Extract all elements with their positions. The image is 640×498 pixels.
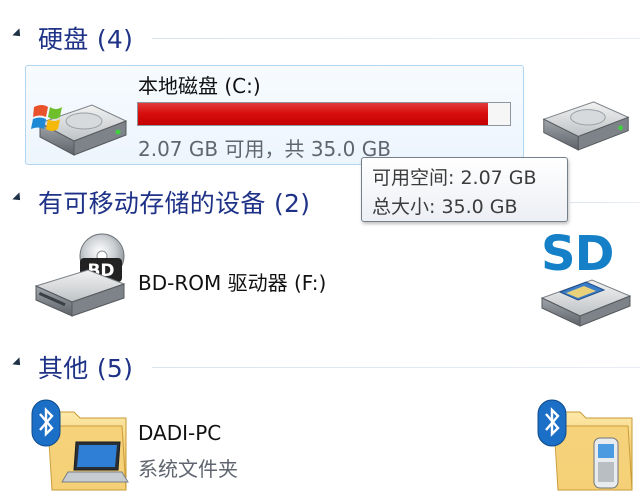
collapse-arrow-icon[interactable]	[12, 192, 24, 204]
collapse-arrow-icon[interactable]	[12, 357, 24, 369]
group-header-other[interactable]: 其他 (5)	[0, 347, 640, 383]
item-name: DADI-PC	[138, 421, 222, 445]
item-type: 系统文件夹	[138, 457, 238, 481]
drive-space-text: 2.07 GB 可用，共 35.0 GB	[138, 137, 391, 161]
phone-icon	[593, 437, 619, 489]
hard-drive-icon[interactable]	[538, 92, 634, 156]
bluetooth-phone-icon[interactable]	[536, 398, 636, 496]
tooltip-total-size: 总大小: 35.0 GB	[372, 196, 518, 218]
group-title: 其他 (5)	[38, 354, 134, 383]
bd-rom-drive-icon: BD	[34, 233, 126, 317]
windows-drive-icon	[31, 104, 128, 156]
group-divider	[570, 202, 640, 203]
tooltip-free-space: 可用空间: 2.07 GB	[372, 167, 537, 189]
group-divider	[152, 38, 640, 39]
capacity-bar	[137, 102, 511, 126]
bluetooth-icon	[537, 399, 567, 447]
drive-name: 本地磁盘 (C:)	[138, 74, 261, 98]
drive-tooltip: 可用空间: 2.07 GB 总大小: 35.0 GB	[361, 157, 568, 222]
drive-name: BD-ROM 驱动器 (F:)	[138, 271, 327, 295]
sd-logo: SD	[541, 226, 614, 282]
group-header-hard-disks[interactable]: 硬盘 (4)	[0, 18, 640, 54]
sd-card-reader-icon[interactable]	[538, 276, 634, 328]
bluetooth-icon	[31, 399, 61, 447]
bluetooth-computer-icon	[31, 399, 129, 491]
group-title: 有可移动存储的设备 (2)	[38, 189, 311, 218]
collapse-arrow-icon[interactable]	[12, 28, 24, 40]
capacity-bar-fill	[138, 103, 489, 125]
group-divider	[152, 367, 640, 368]
group-title: 硬盘 (4)	[38, 25, 134, 54]
